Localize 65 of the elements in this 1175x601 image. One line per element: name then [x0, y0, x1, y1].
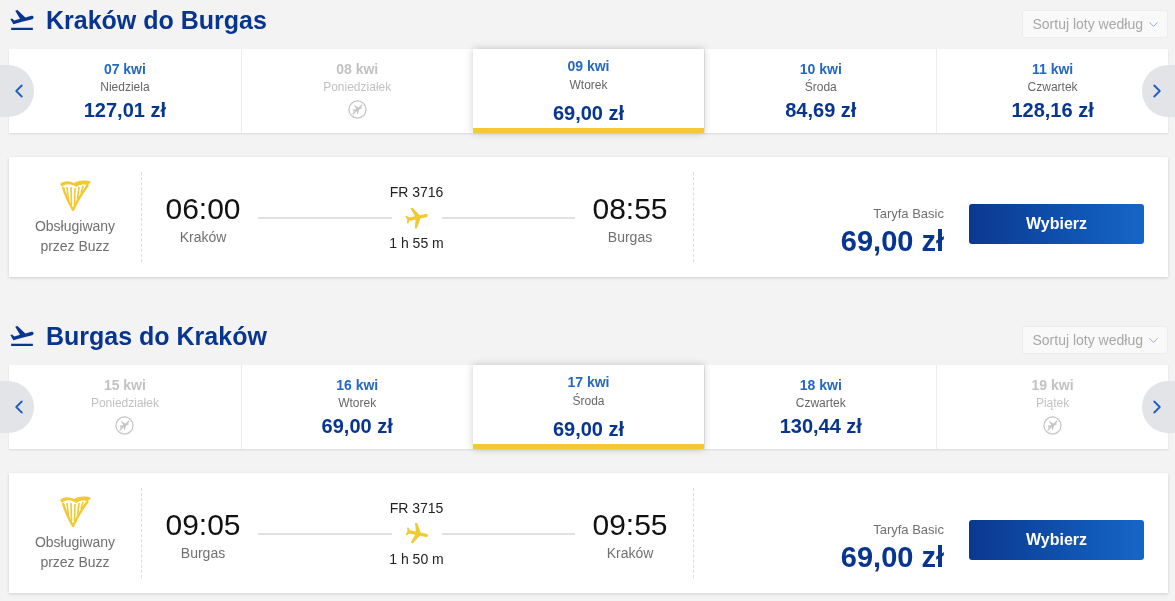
date-tab[interactable]: 16 kwi Wtorek 69,00 zł — [240, 365, 473, 449]
price-label: 84,69 zł — [785, 98, 857, 122]
date-label: 07 kwi — [103, 61, 146, 77]
no-flight-icon — [115, 416, 135, 435]
weekday-label: Wtorek — [569, 77, 608, 93]
departure-time: 09:05 — [165, 507, 241, 542]
weekday-label: Poniedziałek — [90, 395, 159, 411]
price-label: 130,44 zł — [779, 414, 862, 438]
fare-label: Taryfa Basic — [873, 206, 944, 222]
arrival-city: Burgas — [607, 227, 653, 246]
select-button[interactable]: Wybierz — [969, 520, 1144, 560]
section-title: Burgas do Kraków — [46, 321, 267, 352]
weekday-label: Czwartek — [1027, 79, 1078, 95]
weekday-label: Środa — [572, 393, 605, 409]
plane-icon — [403, 206, 430, 229]
harp-logo-icon — [58, 494, 92, 527]
date-tab[interactable]: 09 kwi Wtorek 69,00 zł — [472, 49, 705, 133]
date-label: 16 kwi — [336, 377, 379, 393]
select-button[interactable]: Wybierz — [969, 204, 1144, 244]
operator-label: Obsługiwany przez Buzz — [33, 216, 117, 256]
date-label: 10 kwi — [799, 61, 842, 77]
weekday-label: Niedziela — [100, 79, 150, 95]
departure-city: Burgas — [180, 543, 226, 562]
harp-logo-icon — [58, 178, 92, 211]
date-label: 18 kwi — [799, 377, 842, 393]
date-tab[interactable]: 11 kwi Czwartek 128,16 zł — [936, 49, 1168, 133]
price-label: 69,00 zł — [552, 417, 625, 441]
flight-number: FR 3715 — [389, 498, 444, 517]
fare-label: Taryfa Basic — [873, 522, 944, 538]
plane-takeoff-icon — [10, 9, 34, 31]
date-tab[interactable]: 18 kwi Czwartek 130,44 zł — [704, 365, 937, 449]
flight-number: FR 3716 — [389, 182, 444, 201]
date-label: 17 kwi — [567, 374, 610, 390]
departure-city: Kraków — [179, 227, 227, 246]
price-label: 69,00 zł — [552, 101, 625, 125]
fare-price: 69,00 zł — [840, 224, 944, 258]
date-label: 11 kwi — [1031, 61, 1074, 77]
weekday-label: Piątek — [1035, 395, 1070, 411]
date-label: 15 kwi — [103, 377, 146, 393]
departure-time: 06:00 — [165, 191, 241, 226]
arrival-time: 08:55 — [592, 191, 668, 226]
weekday-label: Wtorek — [338, 395, 377, 411]
flight-duration: 1 h 50 m — [389, 549, 444, 568]
date-label: 09 kwi — [567, 58, 610, 74]
weekday-label: Poniedziałek — [323, 79, 392, 95]
date-tab[interactable]: 07 kwi Niedziela 127,01 zł — [9, 49, 241, 133]
arrival-city: Kraków — [606, 543, 654, 562]
price-label: 127,01 zł — [83, 98, 167, 122]
no-flight-icon — [1043, 416, 1063, 435]
plane-icon — [403, 522, 430, 545]
arrival-time: 09:55 — [592, 507, 668, 542]
date-label: 08 kwi — [336, 61, 379, 77]
price-label: 128,16 zł — [1011, 98, 1094, 122]
weekday-label: Środa — [804, 79, 837, 95]
plane-takeoff-icon — [10, 325, 34, 347]
section-title: Kraków do Burgas — [46, 5, 267, 36]
price-label: 69,00 zł — [321, 414, 393, 438]
fare-price: 69,00 zł — [840, 540, 944, 574]
date-tab[interactable]: 10 kwi Środa 84,69 zł — [704, 49, 937, 133]
no-flight-icon — [347, 100, 367, 119]
date-tab[interactable]: 17 kwi Środa 69,00 zł — [472, 365, 705, 449]
flight-duration: 1 h 55 m — [389, 233, 444, 252]
operator-label: Obsługiwany przez Buzz — [33, 532, 117, 572]
weekday-label: Czwartek — [795, 395, 846, 411]
date-label: 19 kwi — [1031, 377, 1074, 393]
